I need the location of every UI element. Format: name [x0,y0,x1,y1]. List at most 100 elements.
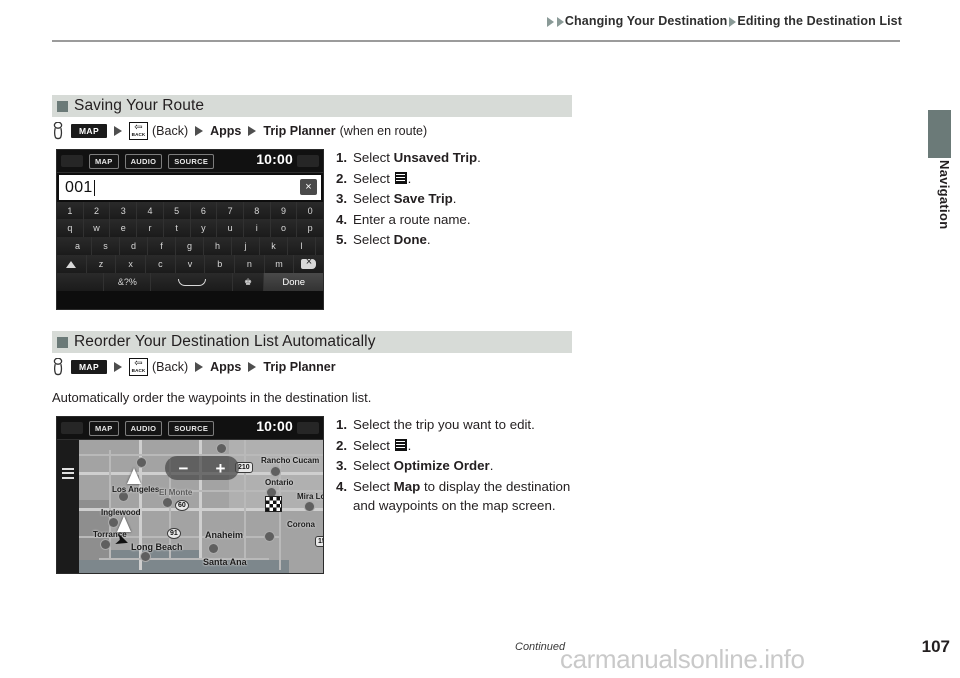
shift-icon[interactable] [57,255,87,273]
back-button-label: BACK [131,132,146,137]
row-a-left-pad [57,237,64,255]
step-number: 2. [336,437,348,453]
key-3[interactable]: 3 [110,202,138,219]
map-poi [271,467,280,476]
key-b[interactable]: b [205,255,236,273]
hamburger-icon[interactable] [62,468,74,479]
map-tab-button[interactable]: MAP [89,420,119,436]
keyboard-row-z: z x c v b n m [57,255,323,273]
key-o[interactable]: o [270,219,298,237]
map-poi [137,458,146,467]
path-item-trip-planner[interactable]: Trip Planner [263,360,335,374]
path-item-apps[interactable]: Apps [210,124,241,138]
key-v[interactable]: v [175,255,206,273]
map-hardkey-button[interactable]: MAP [71,124,107,138]
step-item: 1. Select the trip you want to edit. [336,415,576,435]
step-number: 4. [336,211,348,227]
map-label: Ontario [265,478,294,487]
step-number: 1. [336,417,348,432]
menu-icon [394,438,407,451]
key-x[interactable]: x [116,255,147,273]
steps-list-reorder-destination-list: 1. Select the trip you want to edit. 2. … [336,415,576,517]
step-emphasis: Save Trip [393,191,453,206]
keyboard-screen-figure: MAP AUDIO SOURCE 10:00 001 × 1 2 3 4 5 6… [56,149,324,310]
key-a[interactable]: a [64,237,92,255]
key-c[interactable]: c [146,255,176,273]
back-hardkey-button[interactable]: ⇦ BACK [129,358,148,376]
map-label: Corona [287,520,315,529]
text-caret [93,179,96,196]
key-8[interactable]: 8 [243,202,271,219]
step-emphasis: Unsaved Trip [393,150,478,165]
backspace-icon[interactable] [294,255,323,273]
source-tab-button[interactable]: SOURCE [168,420,215,436]
key-2[interactable]: 2 [83,202,111,219]
zoom-in-button[interactable]: + [216,460,226,477]
symbols-toggle-key[interactable]: &?% [104,273,152,291]
path-item-trip-planner[interactable]: Trip Planner [263,124,335,138]
key-5[interactable]: 5 [163,202,191,219]
clock-display: 10:00 [256,151,293,167]
page-number: 107 [921,637,950,656]
key-h[interactable]: h [204,237,232,255]
key-p[interactable]: p [297,219,323,237]
key-r[interactable]: r [137,219,164,237]
section-header-saving-your-route: Saving Your Route [52,95,572,117]
map-hardkey-button[interactable]: MAP [71,360,107,374]
key-y[interactable]: y [190,219,218,237]
map-tab-button[interactable]: MAP [89,153,119,169]
key-k[interactable]: k [260,237,288,255]
section-header-reorder-destination-list: Reorder Your Destination List Automatica… [52,331,572,353]
steps-list-saving-your-route: 1. Select Unsaved Trip. 2. Select . 3. S… [336,148,576,251]
breadcrumb: Changing Your Destination Editing the Des… [0,14,902,28]
step-text: Select . [353,437,412,453]
step-item: 4. Enter a route name. [336,210,576,230]
route-shield: 15 [315,536,323,547]
text-input-field[interactable]: 001 × [59,175,321,200]
key-g[interactable]: g [176,237,204,255]
key-q[interactable]: q [57,219,84,237]
key-e[interactable]: e [110,219,138,237]
zoom-controls[interactable]: − + [165,456,239,480]
space-icon[interactable] [151,273,233,291]
key-t[interactable]: t [163,219,191,237]
path-item-apps[interactable]: Apps [210,360,241,374]
key-9[interactable]: 9 [270,202,298,219]
map-poi [217,444,226,453]
key-d[interactable]: d [120,237,148,255]
map-canvas[interactable]: Los Angeles El Monte Rancho Cucam Ontari… [79,440,323,573]
key-0[interactable]: 0 [297,202,323,219]
key-7[interactable]: 7 [217,202,244,219]
clear-input-button[interactable]: × [300,179,317,195]
section-bullet-icon [57,100,68,112]
zoom-out-button[interactable]: − [179,460,189,477]
key-4[interactable]: 4 [137,202,164,219]
done-button[interactable]: Done [264,273,323,291]
key-u[interactable]: u [217,219,244,237]
key-l[interactable]: l [288,237,316,255]
key-i[interactable]: i [243,219,271,237]
source-tab-button[interactable]: SOURCE [168,153,215,169]
key-m[interactable]: m [264,255,295,273]
key-z[interactable]: z [86,255,117,273]
path-arrow-icon-1 [114,362,122,372]
key-j[interactable]: j [232,237,260,255]
step-emphasis: Done [393,232,427,247]
step-text: Select the trip you want to edit. [353,417,535,432]
key-1[interactable]: 1 [57,202,84,219]
key-6[interactable]: 6 [190,202,218,219]
language-icon[interactable]: ♚ [232,273,265,291]
keyboard-row-numbers: 1 2 3 4 5 6 7 8 9 0 [57,202,323,219]
back-arrow-icon: ⇦ [134,358,143,369]
right-knob-icon [297,422,319,434]
back-hardkey-button[interactable]: ⇦ BACK [129,122,148,140]
key-s[interactable]: s [92,237,120,255]
key-w[interactable]: w [83,219,111,237]
map-poi [209,544,218,553]
path-suffix: (when en route) [339,124,428,138]
key-n[interactable]: n [235,255,265,273]
map-view[interactable]: Los Angeles El Monte Rancho Cucam Ontari… [57,440,323,573]
audio-tab-button[interactable]: AUDIO [124,153,163,169]
audio-tab-button[interactable]: AUDIO [124,420,163,436]
key-f[interactable]: f [148,237,176,255]
